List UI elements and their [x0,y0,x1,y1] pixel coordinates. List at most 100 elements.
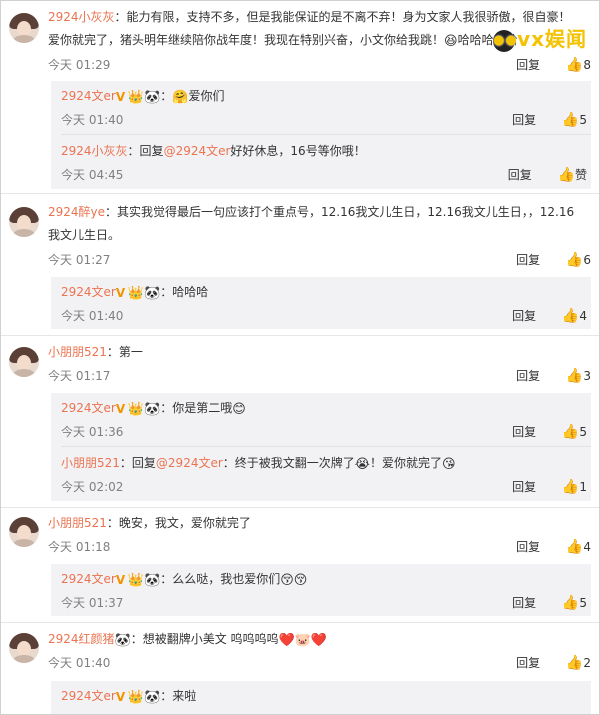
reply-body: ：终于被我文翻一次牌了 [222,456,355,470]
avatar[interactable] [9,13,39,43]
comment-body-2: 爱你就完了，猪头明年继续陪你战年度！我现在特别兴奋，小文你给我跳！ [48,33,445,47]
username-link[interactable]: 2924文er [61,285,116,299]
username-link[interactable]: 2924文er [61,689,116,703]
reply-prefix: ：回复 [119,456,156,470]
like-button[interactable]: 👍赞 [558,166,587,183]
reply-button[interactable]: 回复 [512,594,536,611]
reply-thread-4: 2924文erV 👑🐼：么么哒，我也爱你们😚😚 今天 01:37 回复 👍5 [51,564,591,616]
thumbs-up-icon: 👍 [565,655,584,671]
timestamp: 今天 01:40 [61,309,124,323]
reply-button[interactable]: 回复 [512,423,536,440]
reply-prefix: ：回复 [127,144,164,158]
like-button[interactable]: 👍8 [566,57,591,73]
crown-icon: 👑 [127,690,145,705]
reply-text: 2924文erV 👑🐼：哈哈哈 [61,282,208,303]
reply-button[interactable]: 回复 [516,654,540,671]
reply-button[interactable]: 回复 [516,538,540,555]
like-button[interactable]: 👍2 [566,655,591,671]
avatar[interactable] [9,633,39,663]
comment-text: 2924红颜猪🐼：想被翻牌小美文 呜呜呜呜❤️🐷❤️ [48,629,327,650]
watermark-logo: ●●vx娱闻 [493,27,587,52]
username-link[interactable]: 2924文er [61,401,116,415]
v-badge-icon: V [115,402,126,416]
reply-thread-2: 2924文erV 👑🐼：哈哈哈 今天 01:40 回复 👍4 [51,277,591,329]
reply-button[interactable]: 回复 [512,307,536,324]
comment-actions: 回复 👍3 [516,367,591,384]
comment-actions: 回复 👍8 [516,56,591,73]
crying-emoji-icon: 😭 [354,457,370,472]
comment-text: 小朋朋521：晚安，我文，爱你就完了 [48,513,251,534]
divider [1,335,599,336]
comment-body: ：其实我觉得最后一句应该打个重点号，12.16我文儿生日，12.16我文儿生日，… [105,205,575,219]
avatar[interactable] [9,517,39,547]
mention-link[interactable]: @2924文er [156,456,223,470]
like-button[interactable]: 👍1 [562,479,587,495]
timestamp: 今天 02:02 [61,480,124,494]
like-button[interactable]: 👍6 [566,252,591,268]
comment-body: ：能力有限，支持不多，但是我能保证的是不离不弃！身为文家人我很骄傲，很自豪！ [114,10,571,24]
panda-icon: 🐼 [144,90,161,105]
thumbs-up-icon: 👍 [561,424,580,440]
timestamp: 今天 01:27 [48,253,111,267]
reply-actions: 回复 👍赞 [508,166,587,183]
reply-text: 小朋朋521：回复@2924文er：终于被我文翻一次牌了😭！爱你就完了😘 [61,453,456,474]
comment-text-line2: 我文儿生日。 [48,228,121,242]
panda-icon: 🐼 [144,690,161,705]
reply-text: 2924小灰灰：回复@2924文er好好休息，16号等你哦！ [61,141,366,162]
username-link[interactable]: 2924文er [61,572,116,586]
like-count: 4 [583,540,591,554]
username-link[interactable]: 小朋朋521 [48,516,107,530]
username-link[interactable]: 2924文er [61,89,116,103]
reply-button[interactable]: 回复 [516,251,540,268]
reply-thread-3: 2924文erV 👑🐼：你是第二哦😊 今天 01:36 回复 👍5 小朋朋521：… [51,393,591,501]
comment-text-line2: 爱你就完了，猪头明年继续陪你战年度！我现在特别兴奋，小文你给我跳！😆哈哈哈哈哈 [48,30,518,51]
like-button[interactable]: 👍4 [562,308,587,324]
like-button[interactable]: 👍5 [562,595,587,611]
reply-button[interactable]: 回复 [516,367,540,384]
reply-button[interactable]: 回复 [512,111,536,128]
panda-icon: 🐼 [144,402,161,417]
reply-button[interactable]: 回复 [508,166,532,183]
comment-body: ：想被翻牌小美文 呜呜呜呜 [130,632,279,646]
username-link[interactable]: 2924小灰灰 [48,10,115,24]
reply-button[interactable]: 回复 [512,478,536,495]
thumbs-up-icon: 👍 [565,539,584,555]
like-count: 5 [579,596,587,610]
avatar[interactable] [9,207,39,237]
username-link[interactable]: 小朋朋521 [61,456,120,470]
like-button[interactable]: 👍4 [566,539,591,555]
reply-thread-1: 2924文erV 👑🐼：🤗爱你们 今天 01:40 回复 👍5 2924小灰灰：回… [51,81,591,189]
thumbs-up-icon: 👍 [565,57,584,73]
like-button[interactable]: 👍5 [562,112,587,128]
mention-link[interactable]: @2924文er [164,144,231,158]
v-badge-icon: V [115,286,126,300]
like-button[interactable]: 👍3 [566,368,591,384]
hug-emoji-icon: 🤗 [172,90,189,105]
crown-icon: 👑 [127,286,145,301]
timestamp: 今天 01:18 [48,540,111,554]
panda-icon: 🐼 [114,633,131,648]
timestamp: 今天 01:17 [48,369,111,383]
v-badge-icon: V [115,690,126,704]
like-button[interactable]: 👍5 [562,424,587,440]
like-count: 4 [579,309,587,323]
comment-list: 2924小灰灰：能力有限，支持不多，但是我能保证的是不离不弃！身为文家人我很骄傲… [0,0,600,715]
thumbs-up-icon: 👍 [561,595,580,611]
username-link[interactable]: 2924醉ye [48,205,105,219]
comment-actions: 回复 👍2 [516,654,591,671]
crown-icon: 👑 [127,402,145,417]
comment-text: 小朋朋521：第一 [48,342,143,363]
thumbs-up-icon: 👍 [565,252,584,268]
avatar[interactable] [9,347,39,377]
timestamp: 今天 01:40 [48,656,111,670]
like-count: 赞 [574,168,587,182]
reply-button[interactable]: 回复 [516,56,540,73]
grin-emoji-icon: 😆 [444,34,458,49]
username-link[interactable]: 2924小灰灰 [61,144,128,158]
thumbs-up-icon: 👍 [565,368,584,384]
reply-thread-5: 2924文erV 👑🐼：来啦 [51,681,591,714]
like-count: 1 [579,480,587,494]
reply-body: ：么么哒，我也爱你们 [160,572,281,586]
username-link[interactable]: 2924红颜猪 [48,632,115,646]
username-link[interactable]: 小朋朋521 [48,345,107,359]
